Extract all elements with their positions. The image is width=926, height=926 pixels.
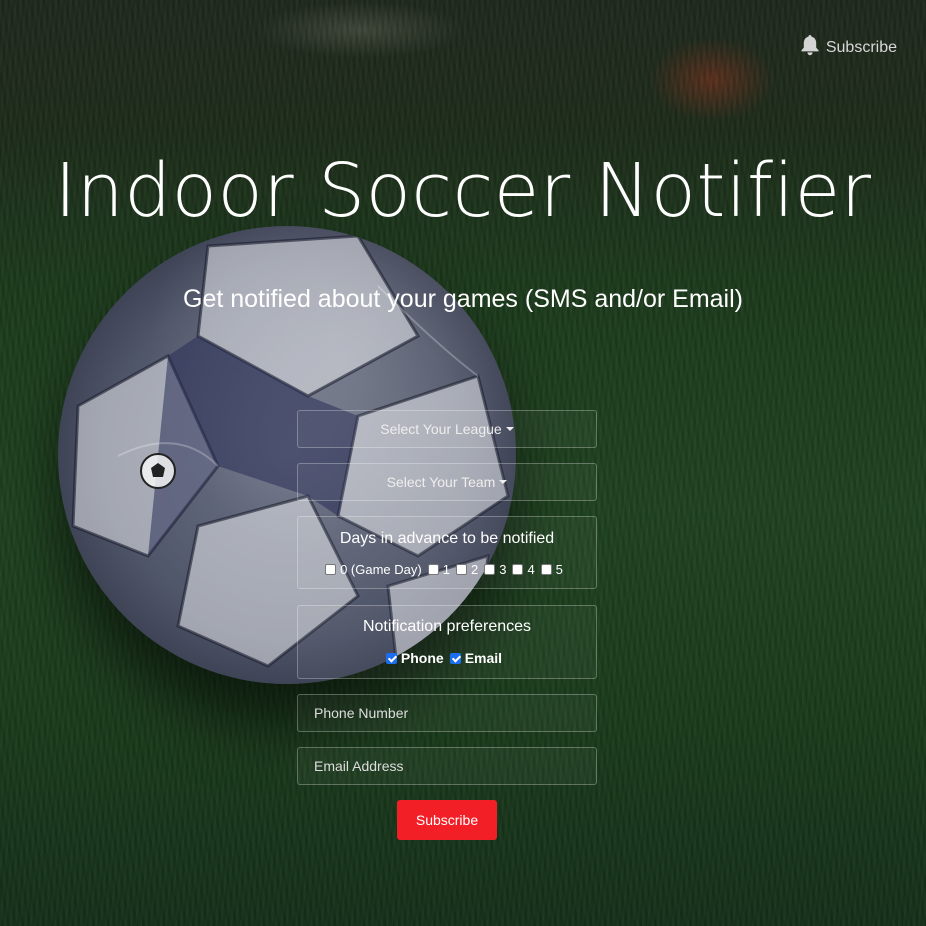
page-title: Indoor Soccer Notifier bbox=[54, 148, 872, 234]
league-dropdown-label: Select Your League bbox=[380, 421, 502, 437]
header-subscribe-label: Subscribe bbox=[825, 38, 897, 56]
notification-preferences-group: Notification preferences Phone Email bbox=[297, 605, 597, 679]
phone-checkbox[interactable] bbox=[385, 652, 397, 664]
day-2-label: 2 bbox=[470, 562, 479, 577]
notification-preferences-title: Notification preferences bbox=[362, 618, 532, 635]
days-checkbox-list: 0 (Game Day) 1 2 3 4 5 bbox=[298, 562, 596, 577]
day-2-checkbox[interactable] bbox=[455, 564, 467, 575]
day-1-label: 1 bbox=[442, 562, 450, 577]
email-address-input[interactable]: Email Address bbox=[297, 747, 597, 785]
phone-label: Phone bbox=[400, 650, 444, 666]
page-subtitle: Get notified about your games (SMS and/o… bbox=[183, 285, 743, 313]
email-address-placeholder: Email Address bbox=[314, 758, 404, 774]
day-0-checkbox[interactable] bbox=[325, 564, 337, 575]
days-advance-title: Days in advance to be notified bbox=[339, 530, 555, 547]
phone-number-placeholder: Phone Number bbox=[314, 705, 409, 721]
team-dropdown[interactable]: Select Your Team bbox=[297, 463, 597, 501]
header-subscribe-link[interactable]: Subscribe bbox=[800, 34, 897, 61]
day-1-checkbox[interactable] bbox=[427, 564, 439, 575]
email-checkbox[interactable] bbox=[449, 652, 461, 664]
days-advance-group: Days in advance to be notified 0 (Game D… bbox=[297, 516, 597, 589]
day-4-label: 4 bbox=[527, 562, 535, 577]
email-label: Email bbox=[464, 650, 503, 666]
day-3-label: 3 bbox=[499, 562, 507, 577]
team-dropdown-label: Select Your Team bbox=[386, 474, 496, 490]
day-4-checkbox[interactable] bbox=[512, 564, 524, 575]
chevron-down-icon bbox=[499, 480, 508, 484]
day-0-label: 0 (Game Day) bbox=[340, 562, 422, 577]
league-dropdown[interactable]: Select Your League bbox=[297, 410, 597, 448]
chevron-down-icon bbox=[505, 427, 514, 431]
subscribe-form: Select Your League Select Your Team Days… bbox=[297, 410, 597, 840]
preferences-checkbox-list: Phone Email bbox=[298, 650, 596, 666]
day-5-checkbox[interactable] bbox=[540, 564, 552, 575]
day-5-label: 5 bbox=[555, 562, 563, 577]
subscribe-button[interactable]: Subscribe bbox=[397, 800, 497, 840]
day-3-checkbox[interactable] bbox=[484, 564, 496, 575]
bell-icon bbox=[800, 34, 820, 61]
phone-number-input[interactable]: Phone Number bbox=[297, 694, 597, 732]
